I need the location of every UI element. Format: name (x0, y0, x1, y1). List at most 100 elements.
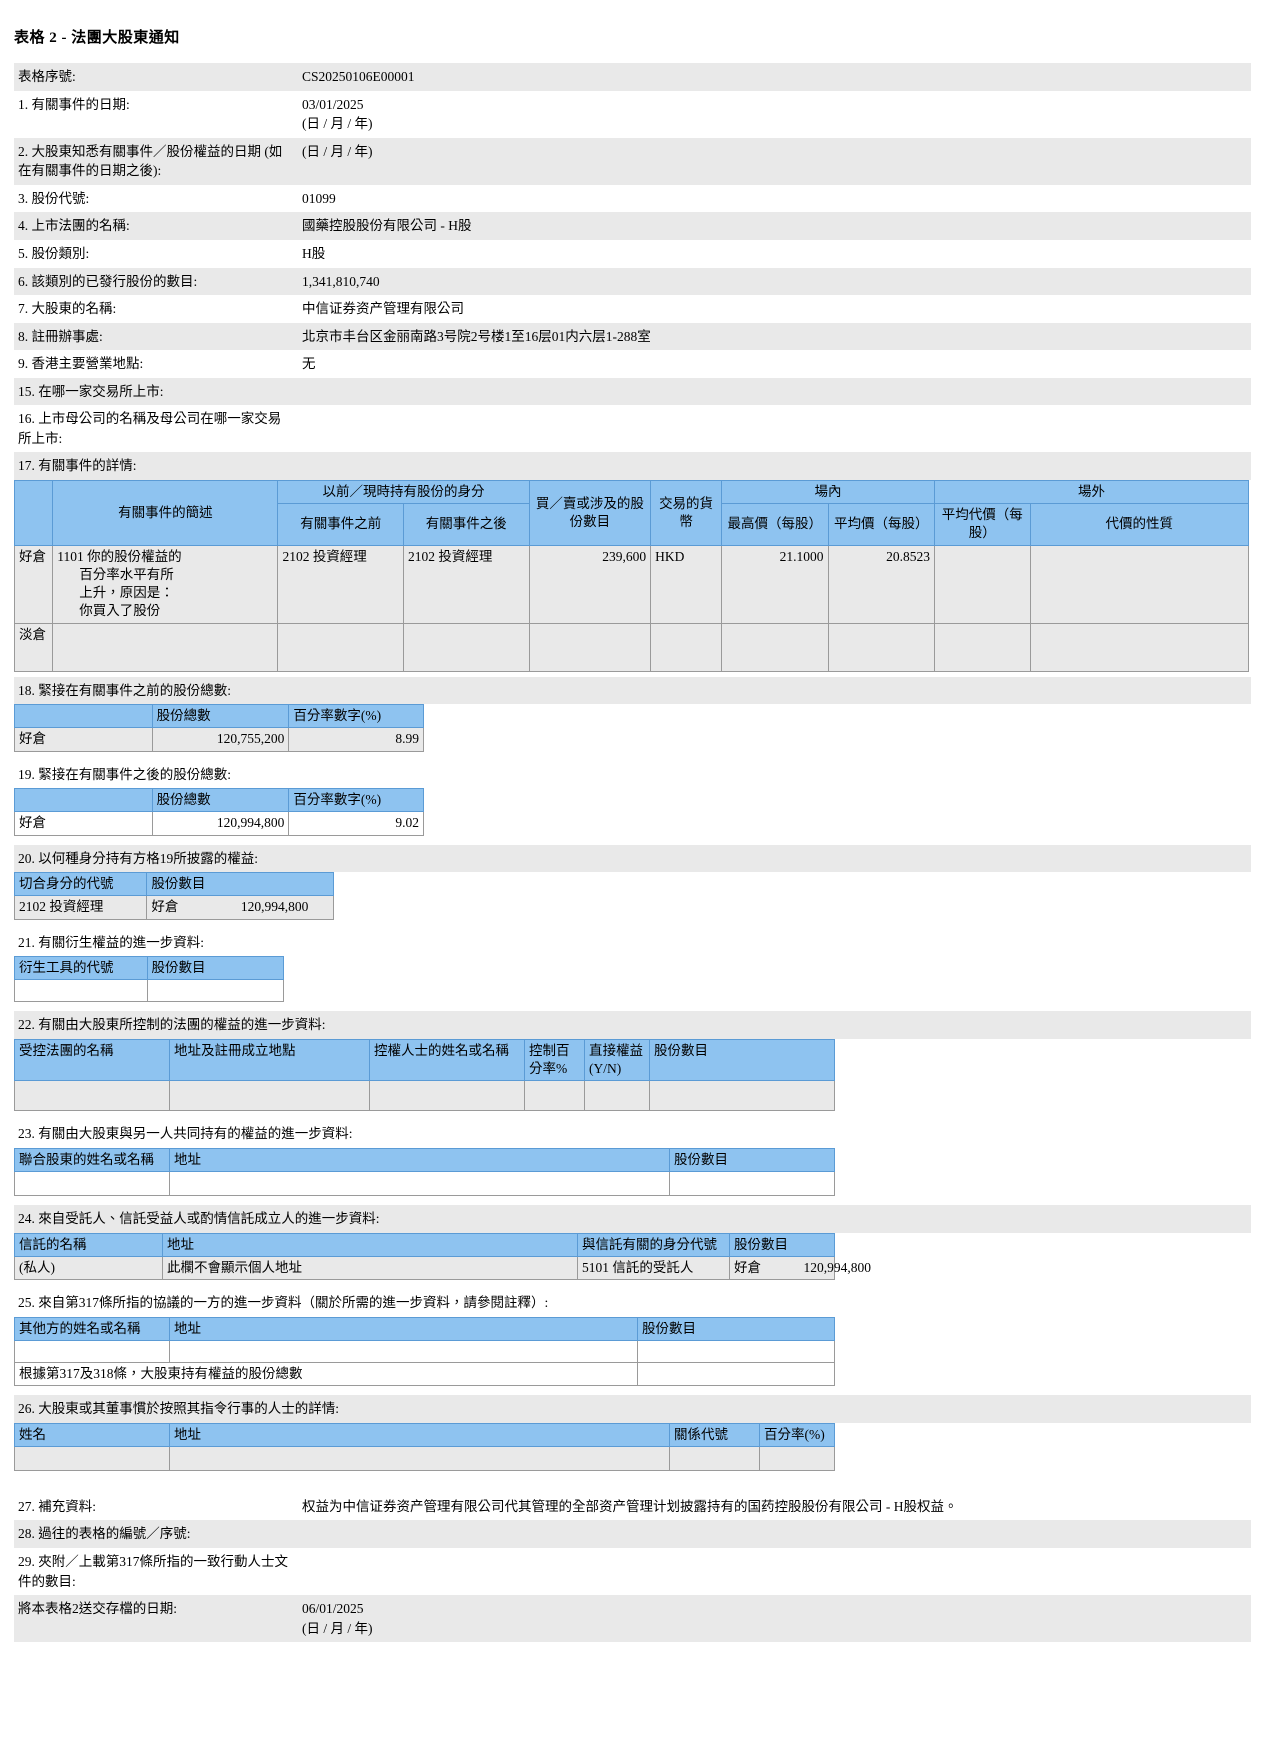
cell-brief: 1101 你的股份權益的 百分率水平有所 上升，原因是： 你買入了股份 (52, 544, 279, 624)
col-relationship-code: 關係代號 (669, 1422, 760, 1447)
table-row (14, 979, 284, 1003)
brief-line: 上升，原因是： (79, 585, 174, 601)
col-address: 地址 (162, 1232, 578, 1257)
col-capacity-before: 有關事件之前 (277, 503, 405, 546)
section21-header-row: 衍生工具的代號 股份數目 (14, 956, 284, 981)
section26-header-row: 姓名 地址 關係代號 百分率(%) (14, 1422, 835, 1447)
form-row-value: (日 / 月 / 年) (296, 138, 1251, 185)
section20-caption: 20. 以何種身分持有方格19所披露的權益: (14, 844, 1251, 873)
form-row-label: 7. 大股東的名稱: (18, 301, 117, 317)
form-row-value: H股 (302, 245, 326, 261)
col-offexchange-group: 場外 (933, 479, 1250, 505)
col-onexchange-group: 場內 (721, 479, 935, 505)
col-capacity-group: 以前／現時持有股份的身分 (277, 479, 530, 505)
form-row-supplementary-info: 27. 補充資料: 权益为中信证券资产管理有限公司代其管理的全部资产管理计划披露… (14, 1492, 1251, 1521)
col-nature-consideration: 代價的性質 (1029, 503, 1250, 546)
cell-address (169, 1171, 670, 1197)
col-total-shares: 股份總數 (151, 704, 290, 729)
form-row-parent-company: 16. 上市母公司的名稱及母公司在哪一家交易所上市: (14, 405, 1251, 453)
form-row-label: 16. 上市母公司的名稱及母公司在哪一家交易所上市: (18, 411, 282, 446)
header-rows-group: 表格序號: CS20250106E00001 1. 有關事件的日期: 03/01… (0, 63, 1264, 453)
col-shares-number: 股份數目 (146, 872, 334, 897)
table-row (14, 1445, 835, 1471)
form-row-value: 03/01/2025 (日 / 月 / 年) (296, 91, 1251, 138)
cell-nature-consideration (1029, 622, 1250, 672)
col-capacity-code: 切合身分的代號 (13, 872, 148, 897)
form-row-value: 北京市丰台区金丽南路3号院2号楼1至16层01内六层1-288室 (302, 328, 651, 344)
cell-controller-name (369, 1080, 525, 1112)
form-row-label: 29. 夾附／上載第317條所指的一致行動人士文件的數目: (18, 1554, 288, 1589)
section26-table: 姓名 地址 關係代號 百分率(%) (14, 1422, 835, 1471)
col-joint-shareholder-name: 聯合股東的姓名或名稱 (14, 1147, 170, 1173)
form-row-awareness-date: 2. 大股東知悉有關事件／股份權益的日期 (如在有關事件的日期之後): (日 /… (14, 137, 1251, 185)
col-other-party-name: 其他方的姓名或名稱 (14, 1316, 170, 1341)
form-row-attached-documents: 29. 夾附／上載第317條所指的一致行動人士文件的數目: (14, 1548, 1251, 1596)
form-row-value-sub: (日 / 月 / 年) (302, 116, 373, 132)
cell-joint-shareholder-name (14, 1171, 170, 1197)
col-blank (14, 788, 153, 813)
cell-position-tag: 好倉 (14, 727, 153, 752)
form-row-label: 3. 股份代號: (18, 190, 90, 206)
cell-highest-price: 21.1000 (721, 544, 829, 624)
cell-shares-involved: 239,600 (528, 544, 652, 624)
form-row-value: 01099 (302, 190, 336, 206)
form-row-label: 6. 該類別的已發行股份的數目: (18, 273, 198, 289)
cell-address (169, 1445, 670, 1471)
form-row-value-sub: (日 / 月 / 年) (302, 143, 373, 159)
brief-line: 百分率水平有所 (79, 566, 174, 582)
form-row-label: 8. 註冊辦事處: (18, 328, 103, 344)
cell-total-label: 根據第317及318條，大股東持有權益的股份總數 (14, 1361, 638, 1387)
table-row: (私人) 此欄不會顯示個人地址 5101 信託的受託人 好倉 120,994,80… (14, 1255, 871, 1281)
cell-derivative-code (14, 979, 148, 1003)
cell-capacity-before (277, 622, 405, 672)
section21-caption: 21. 有關衍生權益的進一步資料: (14, 928, 1251, 957)
cell-brief (52, 622, 279, 672)
form-row-registered-office: 8. 註冊辦事處: 北京市丰台区金丽南路3号院2号楼1至16层01内六层1-28… (14, 322, 1251, 351)
form-row-value-main: 06/01/2025 (302, 1601, 364, 1617)
table-row: 好倉 1101 你的股份權益的 百分率水平有所 上升，原因是： 你買入了股份 2… (13, 544, 1250, 624)
form-row-label: 1. 有關事件的日期: (18, 96, 130, 112)
section18-table: 股份總數 百分率數字(%) 好倉 120,755,200 8.99 (14, 704, 424, 752)
form-row-label: 5. 股份類別: (18, 245, 90, 261)
col-control-percentage: 控制百分率% (524, 1038, 585, 1082)
form-row-label: 28. 過往的表格的編號／序號: (18, 1526, 191, 1542)
form-row-event-date: 1. 有關事件的日期: 03/01/2025 (日 / 月 / 年) (14, 90, 1251, 138)
col-address: 地址 (169, 1422, 670, 1447)
cell-other-party-name (14, 1339, 170, 1363)
section21-table: 衍生工具的代號 股份數目 (14, 956, 284, 1003)
col-shares-number: 股份數目 (649, 1038, 835, 1082)
table-row: 淡倉 (13, 622, 1250, 672)
cell-currency: HKD (650, 544, 723, 624)
brief-line: 你買入了股份 (79, 603, 161, 619)
cell-control-percentage (524, 1080, 585, 1112)
cell-shares-involved (528, 622, 652, 672)
form-row-label: 4. 上市法團的名稱: (18, 218, 130, 234)
col-highest-price: 最高價（每股） (721, 503, 829, 546)
form-row-value (296, 1520, 1251, 1548)
col-trust-capacity-code: 與信託有關的身分代號 (577, 1232, 730, 1257)
section25-header-row: 其他方的姓名或名稱 地址 股份數目 (14, 1316, 835, 1341)
form-row-label: 27. 補充資料: (18, 1498, 97, 1514)
col-address: 地址 (169, 1147, 670, 1173)
cell-direct-interest (584, 1080, 650, 1112)
form-row-serial: 表格序號: CS20250106E00001 (14, 63, 1251, 91)
section19-table: 股份總數 百分率數字(%) 好倉 120,994,800 9.02 (14, 788, 424, 836)
brief-line: 1101 你的股份權益的 (57, 548, 182, 564)
form-row-label: 2. 大股東知悉有關事件／股份權益的日期 (如在有關事件的日期之後): (18, 143, 283, 179)
cell-shares-number (637, 1339, 835, 1363)
col-percentage: 百分率數字(%) (288, 788, 424, 813)
table-row: 2102 投資經理 好倉 120,994,800 (13, 895, 334, 920)
form-row-label: 9. 香港主要營業地點: (18, 356, 144, 372)
form-row-filing-date: 將本表格2送交存檔的日期: 06/01/2025 (日 / 月 / 年) (14, 1595, 1251, 1643)
form-row-share-class: 5. 股份類別: H股 (14, 239, 1251, 268)
form-row-value: 國藥控股股份有限公司 - H股 (302, 218, 472, 234)
col-capacity-after: 有關事件之後 (403, 503, 530, 546)
col-address-incorporation: 地址及註冊成立地點 (169, 1038, 370, 1082)
col-avg-consideration: 平均代價（每股） (933, 503, 1031, 546)
cell-avg-consideration (933, 622, 1031, 672)
section20-table: 切合身分的代號 股份數目 2102 投資經理 好倉 120,994,800 (13, 872, 334, 920)
cell-controlled-corp-name (14, 1080, 170, 1112)
section25-table: 其他方的姓名或名稱 地址 股份數目 根據第317及318條，大股東持有權益的股份… (14, 1316, 835, 1387)
cell-capacity-before: 2102 投資經理 (277, 544, 405, 624)
cell-tag: 淡倉 (13, 622, 54, 672)
